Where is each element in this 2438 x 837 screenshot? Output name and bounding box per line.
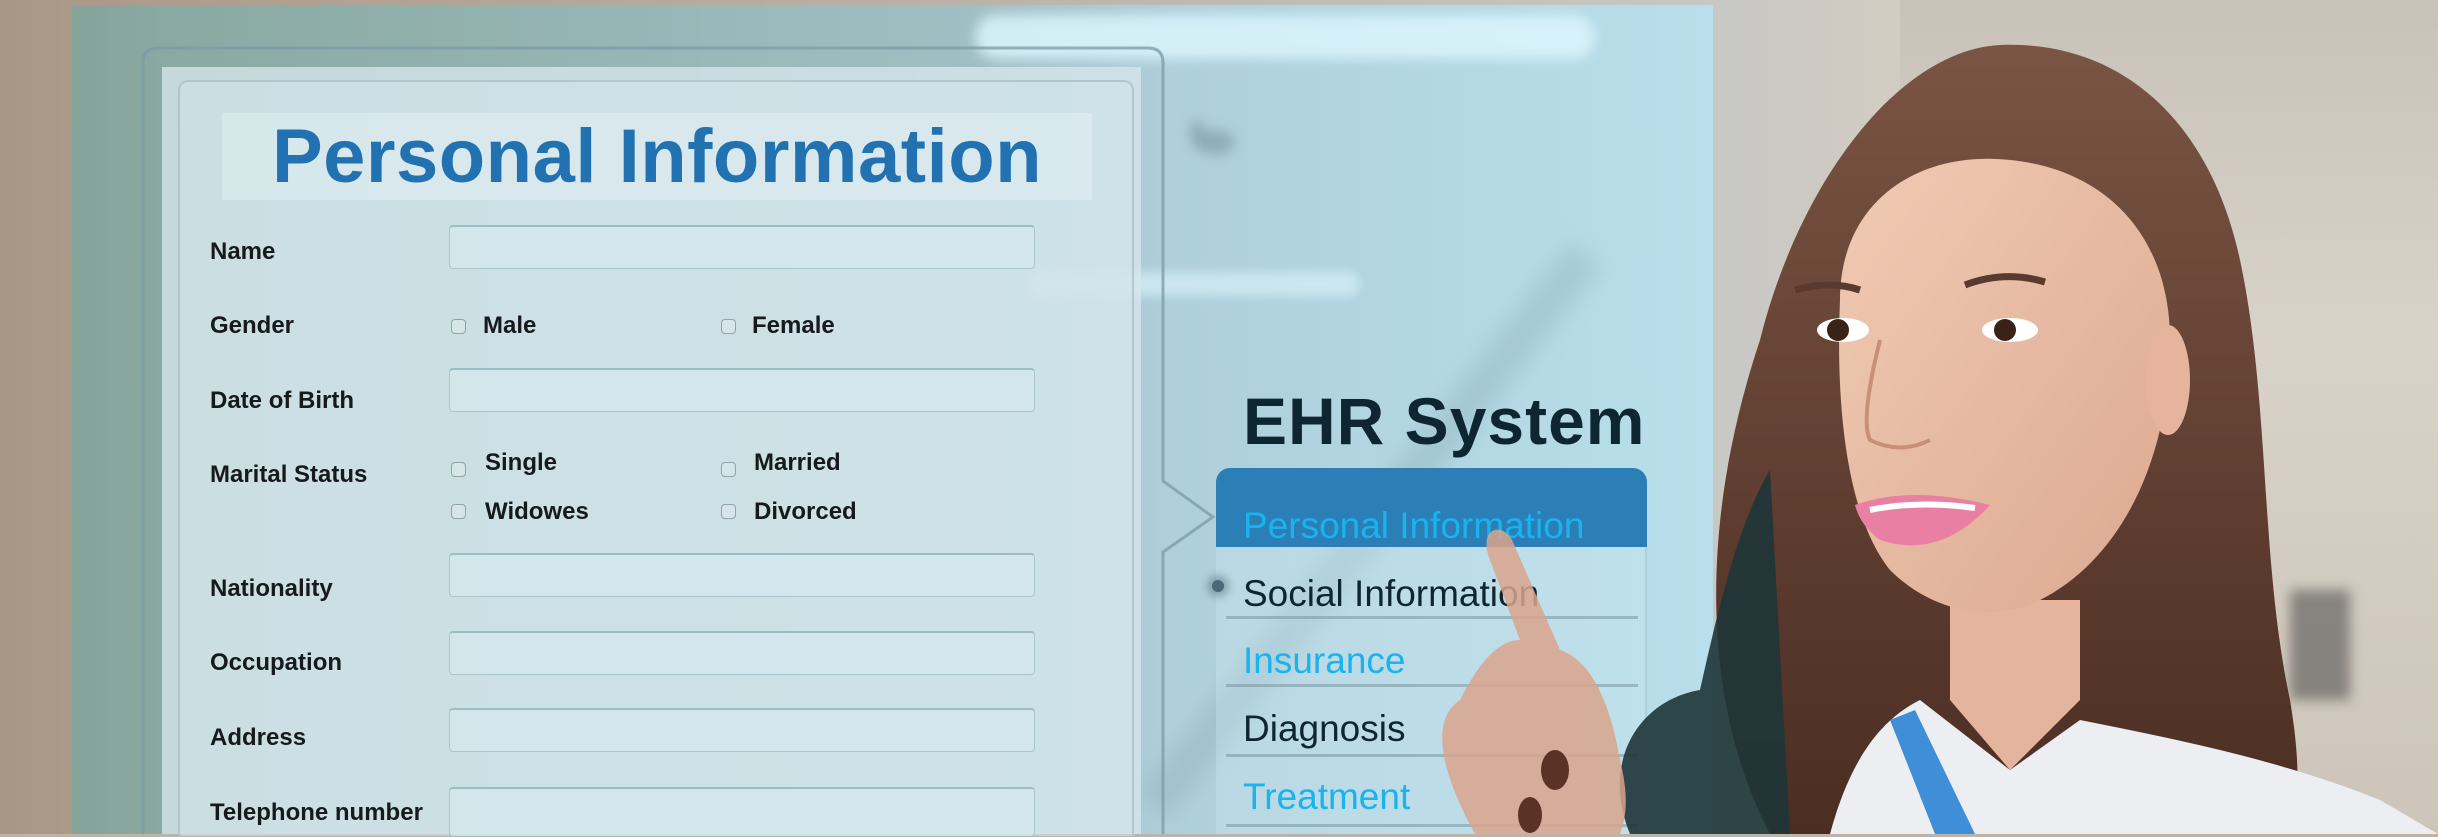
date-of-birth-label: Date of Birth xyxy=(210,387,354,414)
telephone-input[interactable] xyxy=(449,787,1035,837)
widowes-option-label[interactable]: Widowes xyxy=(485,500,589,524)
address-input[interactable] xyxy=(449,708,1035,752)
menu-item-diagnosis[interactable]: Diagnosis xyxy=(1243,710,1405,747)
menu-divider xyxy=(1226,824,1638,827)
male-option-label[interactable]: Male xyxy=(483,314,536,338)
ehr-system-title: EHR System xyxy=(1243,384,1646,458)
telephone-label: Telephone number xyxy=(210,799,423,826)
menu-item-social-information[interactable]: Social Information xyxy=(1243,575,1539,612)
divorced-option-label[interactable]: Divorced xyxy=(754,500,857,524)
date-of-birth-input[interactable] xyxy=(449,368,1035,412)
single-option-label[interactable]: Single xyxy=(485,451,557,475)
menu-item-treatment[interactable]: Treatment xyxy=(1243,778,1410,815)
nationality-input[interactable] xyxy=(449,553,1035,597)
address-label: Address xyxy=(210,724,307,751)
ceiling-light-reflection xyxy=(975,15,1595,59)
menu-item-personal-information[interactable]: Personal Information xyxy=(1243,507,1584,544)
menu-divider xyxy=(1226,754,1638,757)
occupation-label: Occupation xyxy=(210,649,343,676)
occupation-input[interactable] xyxy=(449,631,1035,675)
background-fixture xyxy=(2200,600,2230,830)
menu-divider xyxy=(1226,684,1638,687)
single-checkbox[interactable] xyxy=(451,462,466,477)
background-wall xyxy=(1900,0,2438,834)
name-label: Name xyxy=(210,238,276,265)
nationality-label: Nationality xyxy=(210,575,333,602)
name-input[interactable] xyxy=(449,225,1035,269)
form-title: Personal Information xyxy=(271,114,1043,199)
divorced-checkbox[interactable] xyxy=(721,504,736,519)
blur-spot xyxy=(1190,120,1204,144)
menu-item-insurance[interactable]: Insurance xyxy=(1243,642,1406,679)
widowes-checkbox[interactable] xyxy=(451,504,466,519)
background-fixture-dark xyxy=(2290,590,2350,700)
menu-divider xyxy=(1226,616,1638,619)
male-checkbox[interactable] xyxy=(451,319,466,334)
marital-status-label: Marital Status xyxy=(210,461,368,488)
female-option-label[interactable]: Female xyxy=(752,314,835,338)
female-checkbox[interactable] xyxy=(721,319,736,334)
gender-label: Gender xyxy=(210,312,295,339)
bullet-dot-icon xyxy=(1212,580,1224,592)
married-checkbox[interactable] xyxy=(721,462,736,477)
married-option-label[interactable]: Married xyxy=(754,451,841,475)
